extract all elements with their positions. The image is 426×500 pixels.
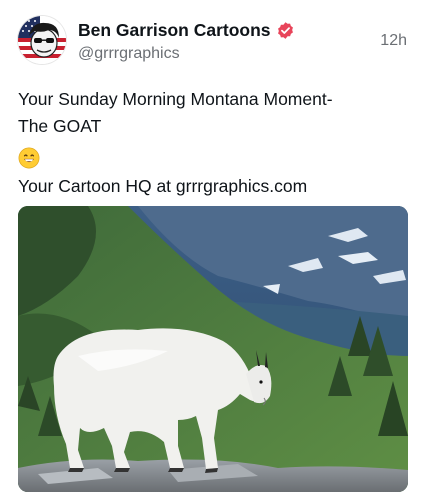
verified-badge-icon [276, 21, 295, 40]
post-text-line-3: Your Cartoon HQ at grrrgraphics.com [18, 176, 308, 196]
mountain-goat-photo [18, 206, 408, 492]
post-timestamp[interactable]: 12h [380, 32, 407, 50]
author-display-name[interactable]: Ben Garrison Cartoons [78, 20, 295, 41]
post-text-line-1: Your Sunday Morning Montana Moment- [18, 89, 333, 109]
author-name-text: Ben Garrison Cartoons [78, 20, 271, 40]
post-card[interactable]: Ben Garrison Cartoons @grrrgraphics 12h … [0, 0, 426, 500]
author-handle[interactable]: @grrrgraphics [78, 45, 180, 63]
post-text-line-2: The GOAT [18, 116, 102, 136]
avatar[interactable] [18, 16, 66, 64]
grinning-face-icon [18, 147, 40, 169]
post-media-image[interactable] [18, 206, 408, 492]
avatar-cartoon-icon [18, 16, 66, 64]
